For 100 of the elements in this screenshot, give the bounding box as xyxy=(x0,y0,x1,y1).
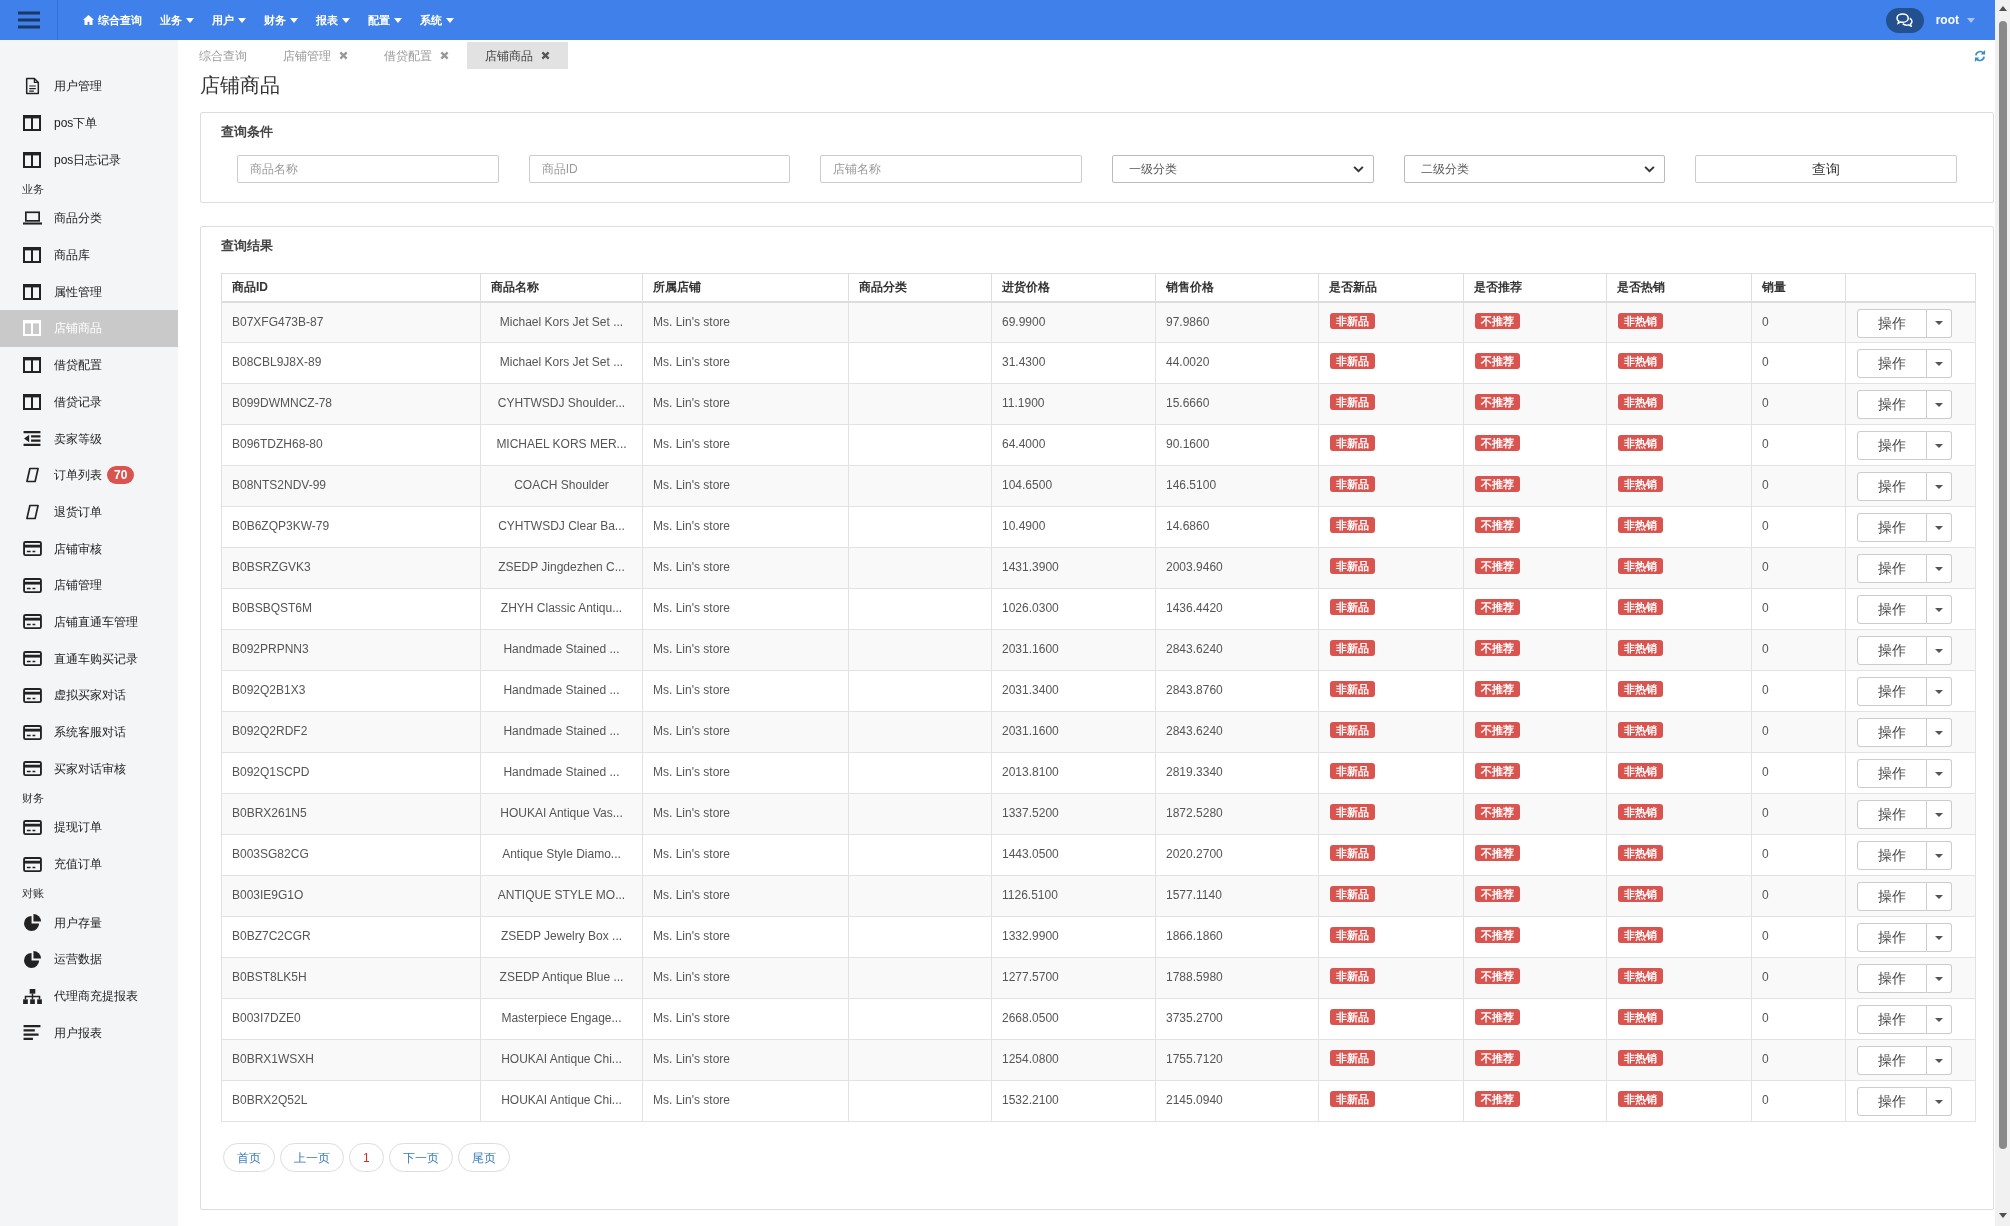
dropdown-toggle-button[interactable] xyxy=(1927,431,1952,460)
sidebar-item[interactable]: 退货订单 xyxy=(0,493,178,531)
dropdown-toggle-button[interactable] xyxy=(1927,1046,1952,1075)
sidebar-item[interactable]: 属性管理 xyxy=(0,273,178,311)
sidebar-item[interactable]: 提现订单 xyxy=(0,809,178,846)
close-icon[interactable] xyxy=(541,51,550,60)
action-button[interactable]: 操作 xyxy=(1857,595,1927,624)
close-icon[interactable] xyxy=(339,51,348,60)
close-icon[interactable] xyxy=(440,51,449,60)
sidebar-item[interactable]: 充值订单 xyxy=(0,845,178,883)
sidebar-item[interactable]: 系统客服对话 xyxy=(0,713,178,751)
scroll-up-icon[interactable] xyxy=(1998,6,2007,11)
input-field[interactable]: 店铺名称 xyxy=(820,155,1082,183)
sidebar-item[interactable]: 卖家等级 xyxy=(0,420,178,457)
sidebar-item[interactable]: 用户管理 xyxy=(0,68,178,105)
action-button[interactable]: 操作 xyxy=(1857,800,1927,829)
dropdown-toggle-button[interactable] xyxy=(1927,308,1952,338)
dropdown-toggle-button[interactable] xyxy=(1927,349,1952,378)
action-button[interactable]: 操作 xyxy=(1857,308,1927,338)
dropdown-toggle-button[interactable] xyxy=(1927,1005,1952,1034)
action-button[interactable]: 操作 xyxy=(1857,1005,1927,1034)
action-button[interactable]: 操作 xyxy=(1857,677,1927,706)
table-cell: 1254.0800 xyxy=(991,1039,1156,1081)
action-button[interactable]: 操作 xyxy=(1857,882,1927,911)
sidebar-item[interactable]: 订单列表 70 xyxy=(0,456,178,494)
sidebar-item[interactable]: 店铺直通车管理 xyxy=(0,603,178,641)
action-button[interactable]: 操作 xyxy=(1857,759,1927,788)
action-button[interactable]: 操作 xyxy=(1857,841,1927,870)
action-button[interactable]: 操作 xyxy=(1857,431,1927,460)
search-button[interactable]: 查询 xyxy=(1695,155,1957,183)
sidebar-item[interactable]: 借贷配置 xyxy=(0,346,178,384)
dropdown-select[interactable]: 二级分类 xyxy=(1403,155,1666,183)
action-button[interactable]: 操作 xyxy=(1857,349,1927,378)
action-button[interactable]: 操作 xyxy=(1857,472,1927,501)
action-button[interactable]: 操作 xyxy=(1857,718,1927,747)
nav-menu-item[interactable]: 报表 xyxy=(307,0,359,40)
action-button[interactable]: 操作 xyxy=(1857,554,1927,583)
dropdown-toggle-button[interactable] xyxy=(1927,390,1952,419)
status-badge: 非热销 xyxy=(1618,476,1663,492)
tab[interactable]: 店铺商品 xyxy=(467,42,568,69)
dropdown-toggle-button[interactable] xyxy=(1927,964,1952,993)
dropdown-toggle-button[interactable] xyxy=(1927,841,1952,870)
scroll-down-icon[interactable] xyxy=(1998,1213,2007,1218)
action-button[interactable]: 操作 xyxy=(1857,390,1927,419)
action-button[interactable]: 操作 xyxy=(1857,1046,1927,1075)
dropdown-select[interactable]: 一级分类 xyxy=(1112,155,1374,183)
dropdown-toggle-button[interactable] xyxy=(1927,923,1952,952)
nav-menu-item[interactable]: 业务 xyxy=(151,0,203,40)
nav-menu-item[interactable]: 综合查询 xyxy=(74,0,151,40)
action-button[interactable]: 操作 xyxy=(1857,964,1927,993)
pagination-button[interactable]: 1 xyxy=(349,1143,384,1172)
sidebar-item[interactable]: 代理商充提报表 xyxy=(0,977,178,1015)
scrollbar-thumb[interactable] xyxy=(1998,21,2007,1149)
pagination-button[interactable]: 尾页 xyxy=(457,1143,510,1172)
table-cell: ZHYH Classic Antiqu... xyxy=(480,588,643,630)
sidebar-item[interactable]: 商品分类 xyxy=(0,200,178,237)
sidebar-item[interactable]: 运营数据 xyxy=(0,941,178,978)
caret-icon xyxy=(1935,361,1943,366)
sidebar-item[interactable]: 直通车购买记录 xyxy=(0,640,178,677)
action-button[interactable]: 操作 xyxy=(1857,513,1927,542)
dropdown-toggle-button[interactable] xyxy=(1927,1087,1952,1116)
dropdown-toggle-button[interactable] xyxy=(1927,800,1952,829)
refresh-icon[interactable] xyxy=(1974,49,1986,62)
pagination-button[interactable]: 上一页 xyxy=(280,1143,344,1172)
scrollbar[interactable] xyxy=(1995,0,2010,1226)
pagination-button[interactable]: 首页 xyxy=(223,1143,275,1172)
dropdown-toggle-button[interactable] xyxy=(1927,472,1952,501)
sidebar-item[interactable]: 用户存量 xyxy=(0,904,178,942)
nav-menu-item[interactable]: 财务 xyxy=(255,0,307,40)
action-button[interactable]: 操作 xyxy=(1857,923,1927,952)
sidebar-item[interactable]: 商品库 xyxy=(0,236,178,274)
action-button[interactable]: 操作 xyxy=(1857,636,1927,665)
dropdown-toggle-button[interactable] xyxy=(1927,759,1952,788)
table-cell: 1443.0500 xyxy=(991,834,1156,876)
dropdown-toggle-button[interactable] xyxy=(1927,595,1952,624)
dropdown-toggle-button[interactable] xyxy=(1927,718,1952,747)
input-field[interactable]: 商品名称 xyxy=(237,155,499,183)
caret-icon xyxy=(186,17,194,23)
sidebar-item[interactable]: 店铺审核 xyxy=(0,530,178,567)
dropdown-toggle-button[interactable] xyxy=(1927,513,1952,542)
sidebar-item[interactable]: 借贷记录 xyxy=(0,383,178,421)
chat-button[interactable] xyxy=(1885,7,1924,33)
table-cell: 1872.5280 xyxy=(1155,793,1319,835)
action-button[interactable]: 操作 xyxy=(1857,1087,1927,1116)
sidebar-item[interactable]: 用户报表 xyxy=(0,1014,178,1052)
user-menu[interactable]: root xyxy=(1935,11,1975,29)
sidebar-item[interactable]: pos下单 xyxy=(0,104,178,142)
sidebar-item[interactable]: 买家对话审核 xyxy=(0,750,178,788)
nav-menu-item[interactable]: 用户 xyxy=(203,0,255,40)
dropdown-toggle-button[interactable] xyxy=(1927,636,1952,665)
nav-menu-item[interactable]: 系统 xyxy=(411,0,463,40)
dropdown-toggle-button[interactable] xyxy=(1927,882,1952,911)
pagination-button[interactable]: 下一页 xyxy=(388,1143,453,1172)
sidebar-item[interactable]: 店铺管理 xyxy=(0,566,178,604)
dropdown-toggle-button[interactable] xyxy=(1927,554,1952,583)
dropdown-toggle-button[interactable] xyxy=(1927,677,1952,706)
input-field[interactable]: 商品ID xyxy=(528,155,791,183)
sidebar-item[interactable]: pos日志记录 xyxy=(0,141,178,179)
sidebar-item[interactable]: 虚拟买家对话 xyxy=(0,677,178,714)
nav-menu-item[interactable]: 配置 xyxy=(359,0,411,40)
